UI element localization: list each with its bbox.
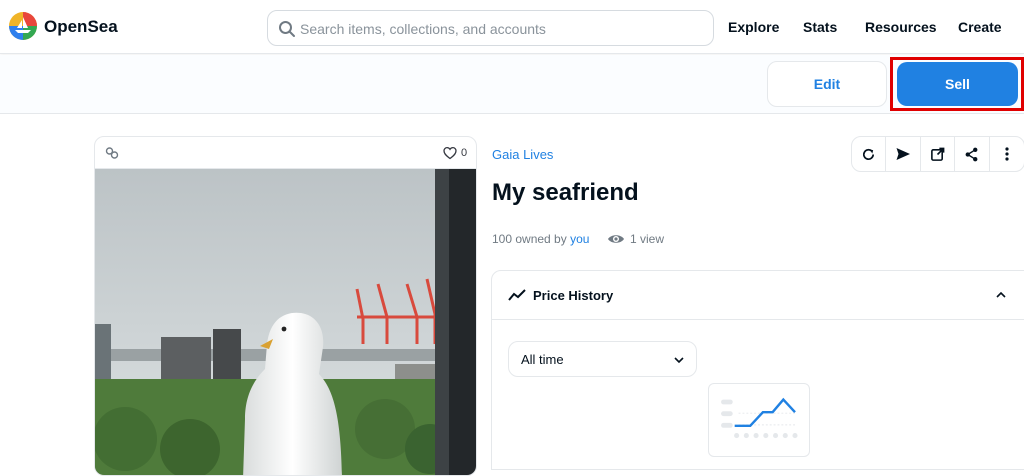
search-box[interactable] (267, 10, 714, 46)
owner-link[interactable]: you (570, 232, 589, 246)
ownership-info: 100 owned by you (492, 232, 589, 246)
search-input[interactable] (300, 18, 700, 40)
nav-explore[interactable]: Explore (728, 19, 779, 35)
nav-resources[interactable]: Resources (865, 19, 937, 35)
transfer-button[interactable] (886, 137, 921, 171)
opensea-logo-icon[interactable] (8, 11, 38, 41)
asset-image[interactable] (95, 169, 477, 476)
nav-create[interactable]: Create (958, 19, 1002, 35)
trend-line-icon (508, 289, 526, 301)
asset-media-card: 0 (94, 136, 477, 476)
nav-stats[interactable]: Stats (803, 19, 837, 35)
share-button[interactable] (955, 137, 990, 171)
time-range-select[interactable]: All time (508, 341, 697, 377)
sell-button[interactable]: Sell (897, 62, 1018, 106)
top-navigation-bar: OpenSea Explore Stats Resources Create (0, 0, 1024, 54)
view-count: 1 view (630, 232, 665, 246)
search-icon (279, 21, 295, 37)
collection-link[interactable]: Gaia Lives (492, 147, 553, 162)
time-range-value: All time (521, 352, 564, 367)
more-icon (1005, 147, 1009, 161)
chain-icon (105, 147, 119, 159)
owned-count: 100 owned by (492, 232, 571, 246)
asset-toolbar (851, 136, 1024, 172)
empty-chart-illustration (708, 383, 810, 457)
price-history-title: Price History (533, 288, 614, 303)
chevron-down-icon (674, 357, 684, 364)
heart-icon[interactable] (443, 146, 457, 160)
share-icon (966, 147, 978, 161)
asset-title: My seafriend (492, 179, 639, 206)
send-icon (896, 148, 911, 160)
favorite-count: 0 (461, 147, 468, 159)
external-link-icon (931, 147, 945, 161)
eye-icon (608, 235, 624, 243)
edit-button[interactable]: Edit (767, 61, 887, 107)
brand-name[interactable]: OpenSea (44, 17, 118, 37)
card-header: 0 (95, 137, 476, 169)
chevron-up-icon[interactable] (995, 290, 1007, 300)
refresh-button[interactable] (852, 137, 887, 171)
refresh-icon (863, 148, 875, 160)
external-link-button[interactable] (921, 137, 956, 171)
price-history-header[interactable]: Price History (492, 271, 1024, 320)
more-options-button[interactable] (990, 137, 1024, 171)
price-history-panel: Price History All time (491, 270, 1024, 470)
